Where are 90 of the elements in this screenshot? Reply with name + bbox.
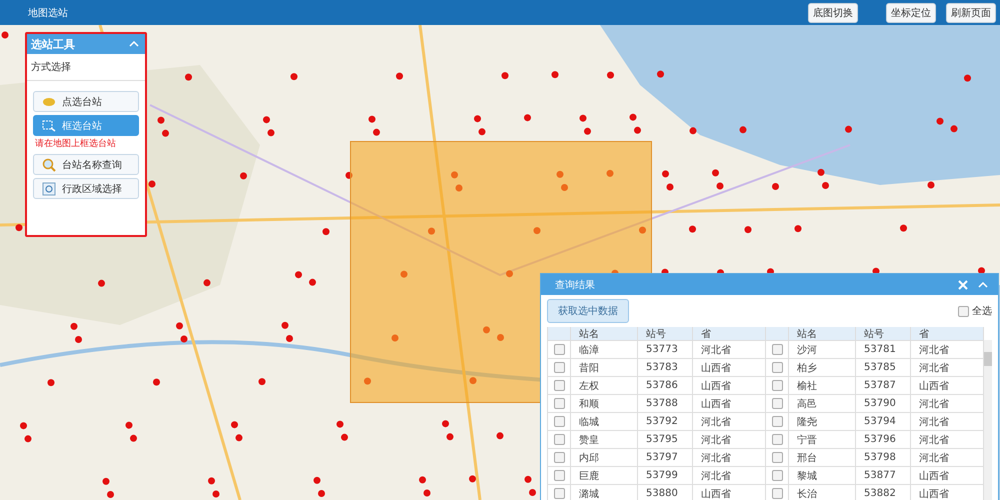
checkbox-label: 全选 — [972, 304, 992, 318]
table-cell: 柏乡 — [789, 359, 856, 376]
checkbox[interactable] — [772, 470, 783, 481]
table-cell: 53795 — [638, 431, 693, 448]
table-cell: 53797 — [638, 449, 693, 466]
get-data-button[interactable]: 获取选中数据 — [547, 299, 629, 323]
checkbox[interactable] — [554, 416, 565, 427]
checkbox[interactable] — [772, 488, 783, 499]
table-cell: 53880 — [638, 485, 693, 500]
checkbox[interactable] — [772, 398, 783, 409]
checkbox[interactable] — [958, 306, 969, 316]
column-header: 站名 — [789, 327, 856, 340]
table-cell: 临漳 — [571, 341, 638, 358]
checkbox[interactable] — [772, 434, 783, 445]
table-cell: 53790 — [856, 395, 911, 412]
table-cell: 53788 — [638, 395, 693, 412]
section-label: 方式选择 — [27, 54, 145, 81]
column-header: 站号 — [856, 327, 911, 340]
table-cell: 53798 — [856, 449, 911, 466]
table-cell: 河北省 — [693, 413, 766, 430]
page-title: 地图选站 — [28, 6, 68, 20]
checkbox[interactable] — [554, 488, 565, 499]
table-cell: 53783 — [638, 359, 693, 376]
panel-title: 选站工具 — [31, 36, 75, 52]
close-icon[interactable] — [958, 280, 968, 290]
table-cell: 河北省 — [693, 467, 766, 484]
table-cell: 山西省 — [693, 485, 766, 500]
table-cell: 53787 — [856, 377, 911, 394]
table-cell: 隆尧 — [789, 413, 856, 430]
checkbox[interactable] — [554, 452, 565, 463]
table-cell: 长治 — [789, 485, 856, 500]
table-cell: 宁晋 — [789, 431, 856, 448]
table-cell: 山西省 — [693, 395, 766, 412]
hint-text: 请在地图上框选台站 — [35, 138, 117, 150]
table-cell: 和顺 — [571, 395, 638, 412]
table-cell: 53785 — [856, 359, 911, 376]
checkbox[interactable] — [554, 434, 565, 445]
table-cell: 榆社 — [789, 377, 856, 394]
checkbox[interactable] — [772, 416, 783, 427]
region-icon — [42, 182, 56, 196]
mode-button[interactable]: 行政区域选择 — [33, 178, 139, 199]
table-cell: 河北省 — [693, 431, 766, 448]
table-cell: 左权 — [571, 377, 638, 394]
checkbox[interactable] — [772, 362, 783, 373]
checkbox[interactable] — [554, 344, 565, 355]
table-cell: 山西省 — [693, 377, 766, 394]
table-cell: 黎城 — [789, 467, 856, 484]
search-icon — [42, 158, 56, 172]
table-cell: 53792 — [638, 413, 693, 430]
column-header: 省 — [693, 327, 766, 340]
table-cell: 邢台 — [789, 449, 856, 466]
table-cell: 河北省 — [693, 449, 766, 466]
table-cell: 沙河 — [789, 341, 856, 358]
table-cell: 53882 — [856, 485, 911, 500]
column-header: 站名 — [571, 327, 638, 340]
table-cell: 河北省 — [693, 341, 766, 358]
column-header: 省 — [911, 327, 984, 340]
checkbox[interactable] — [772, 344, 783, 355]
toolbar-button[interactable]: 坐标定位 — [886, 2, 936, 22]
collapse-icon[interactable] — [978, 282, 988, 288]
table-cell: 53773 — [638, 341, 693, 358]
table-cell: 昔阳 — [571, 359, 638, 376]
table-cell: 53796 — [856, 431, 911, 448]
table-cell: 临城 — [571, 413, 638, 430]
table-cell: 山西省 — [693, 359, 766, 376]
table-cell: 潞城 — [571, 485, 638, 500]
toolbar-button[interactable]: 底图切换 — [808, 2, 858, 22]
checkbox[interactable] — [772, 380, 783, 391]
scrollbar[interactable] — [984, 340, 992, 500]
table-cell: 高邑 — [789, 395, 856, 412]
box-select-icon — [42, 120, 56, 132]
table-cell: 赞皇 — [571, 431, 638, 448]
table-cell: 巨鹿 — [571, 467, 638, 484]
checkbox[interactable] — [554, 398, 565, 409]
mode-button[interactable]: 台站名称查询 — [33, 154, 139, 175]
checkbox[interactable] — [554, 470, 565, 481]
checkbox[interactable] — [772, 452, 783, 463]
checkbox[interactable] — [554, 380, 565, 391]
table-cell: 内邱 — [571, 449, 638, 466]
table-cell: 53786 — [638, 377, 693, 394]
table-cell: 53799 — [638, 467, 693, 484]
panel-title: 查询结果 — [555, 278, 595, 292]
collapse-icon[interactable] — [129, 41, 139, 47]
table-cell: 53794 — [856, 413, 911, 430]
column-header: 站号 — [638, 327, 693, 340]
toolbar-button[interactable]: 刷新页面 — [946, 2, 996, 22]
checkbox[interactable] — [554, 362, 565, 373]
mode-button[interactable]: 点选台站 — [33, 91, 139, 112]
table-cell: 53877 — [856, 467, 911, 484]
table-cell: 53781 — [856, 341, 911, 358]
